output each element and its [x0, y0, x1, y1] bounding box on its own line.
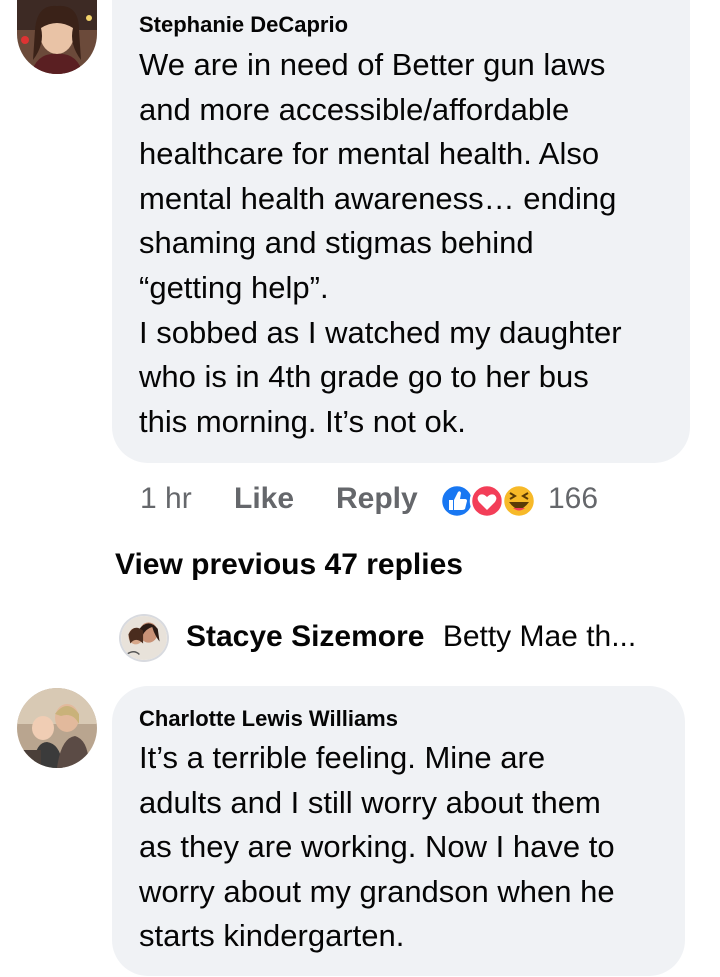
avatar[interactable]: [17, 0, 97, 74]
view-previous-replies-link[interactable]: View previous 47 replies: [115, 548, 463, 582]
reply-author[interactable]: Stacye Sizemore: [186, 620, 424, 653]
reply-preview[interactable]: Stacye Sizemore Betty Mae th...: [186, 620, 636, 654]
reply-button[interactable]: Reply: [336, 482, 418, 516]
comment-text: We are in need of Better gun laws and mo…: [139, 47, 622, 439]
comment-author[interactable]: Stephanie DeCaprio: [139, 12, 348, 38]
haha-icon: [501, 483, 537, 519]
comment-time[interactable]: 1 hr: [140, 482, 192, 516]
reaction-count[interactable]: 166: [548, 482, 598, 516]
comment-author[interactable]: Charlotte Lewis Williams: [139, 706, 398, 732]
comment-actions: 1 hr Like Reply 166: [0, 478, 720, 522]
comment-text: It’s a terrible feeling. Mine are adults…: [139, 740, 615, 954]
love-icon: [469, 483, 505, 519]
like-button[interactable]: Like: [234, 482, 294, 516]
reply-snippet: Betty Mae th...: [442, 620, 637, 653]
like-icon: [440, 483, 475, 519]
avatar[interactable]: [119, 614, 169, 662]
avatar[interactable]: [17, 688, 97, 768]
profile-photo-stephanie: [17, 0, 97, 74]
profile-photo-stacye: [121, 616, 167, 660]
profile-photo-charlotte: [17, 688, 97, 768]
reaction-summary[interactable]: [440, 483, 538, 519]
